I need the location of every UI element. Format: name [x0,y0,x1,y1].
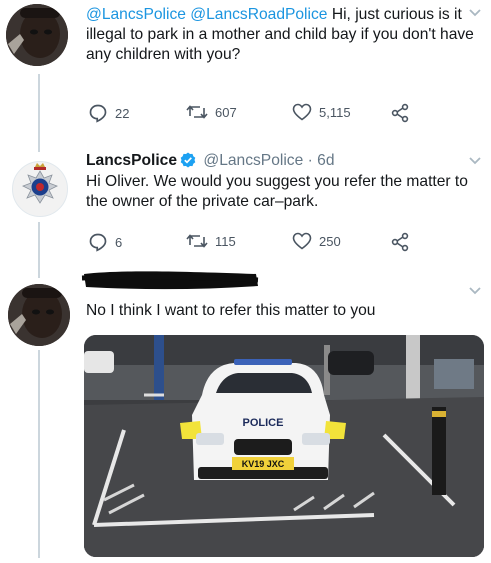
tweet-2-actions: 6 115 250 [84,232,464,254]
like-icon [292,103,312,121]
tweet-3-text: No I think I want to refer this matter t… [86,302,376,319]
tweet-photo[interactable]: POLICE KV19 JXC [84,335,484,557]
like-button[interactable]: 5,115 [292,103,351,121]
tweet-2-header: LancsPolice @LancsPolice · 6d [86,151,335,171]
reply-button[interactable]: 22 [88,103,129,123]
reply-count: 6 [115,234,123,250]
retweet-count: 115 [215,233,236,249]
reply-count: 22 [115,105,130,121]
handle[interactable]: @LancsPolice [203,152,303,169]
tweet-1-text: @LancsPolice @LancsRoadPolice Hi, just c… [86,5,476,65]
share-button[interactable] [390,232,417,252]
retweet-button[interactable]: 115 [186,232,236,250]
display-name[interactable]: LancsPolice [86,152,177,169]
thread-line-2 [38,222,40,278]
avatar-user[interactable] [6,4,68,66]
timestamp[interactable]: · 6d [308,152,335,169]
redacted-name-scribble [81,271,259,290]
like-count: 5,115 [319,104,351,120]
police-livery-text: POLICE [243,417,284,429]
retweet-icon [186,105,208,119]
thread-line-3 [38,350,40,558]
avatar-user[interactable] [8,284,70,346]
tweet-2-text: Hi Oliver. We would you suggest you refe… [86,173,468,210]
retweet-icon [186,234,208,248]
mention-lancspolice[interactable]: @LancsPolice [86,6,186,23]
like-count: 250 [319,233,341,249]
share-button[interactable] [390,103,417,123]
avatar-lancspolice[interactable] [12,161,68,217]
share-icon [391,232,409,252]
reply-icon [89,104,107,123]
like-icon [292,232,312,250]
mention-lancsroadpolice[interactable]: @LancsRoadPolice [190,6,327,23]
verified-badge-icon [180,152,196,168]
tweet-1-actions: 22 607 5,115 [84,103,464,125]
reply-icon [89,233,107,252]
retweet-button[interactable]: 607 [186,103,237,121]
license-plate-text: KV19 JXC [242,459,285,469]
reply-button[interactable]: 6 [88,232,122,252]
share-icon [391,103,409,123]
chevron-down-icon[interactable] [468,156,482,166]
thread-line-1 [38,74,40,152]
like-button[interactable]: 250 [292,232,341,250]
retweet-count: 607 [215,104,237,120]
chevron-down-icon[interactable] [468,286,482,296]
